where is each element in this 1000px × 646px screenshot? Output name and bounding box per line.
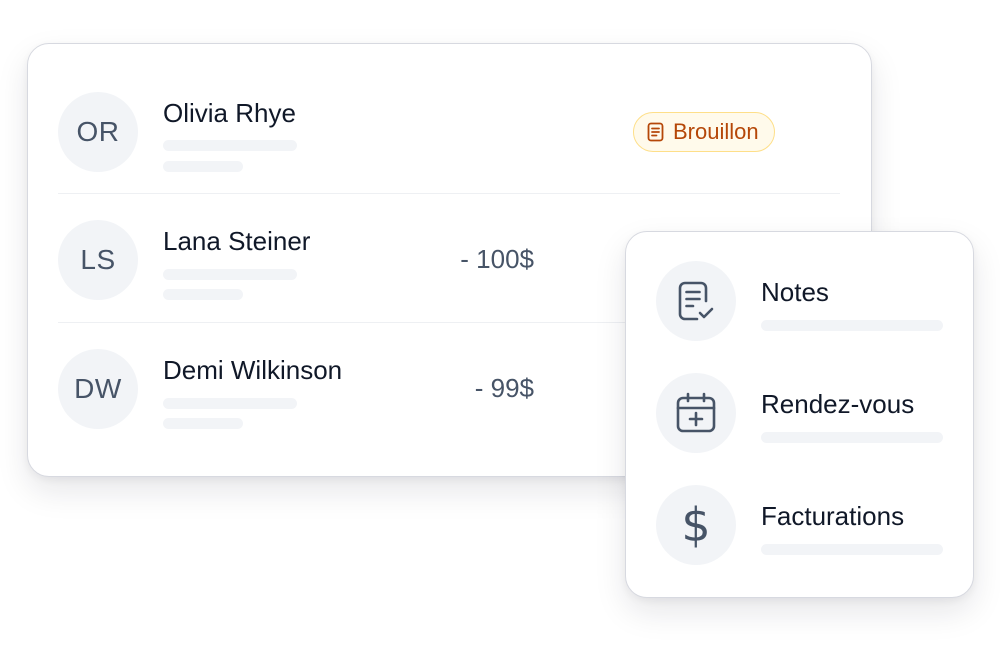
menu-item-notes[interactable]: Notes — [656, 261, 946, 343]
menu-item-label: Notes — [761, 277, 829, 307]
client-name: Lana Steiner — [163, 226, 311, 256]
client-name: Demi Wilkinson — [163, 355, 343, 385]
placeholder-line — [163, 269, 297, 280]
avatar: DW — [58, 349, 138, 429]
avatar: OR — [58, 92, 138, 172]
menu-item-rendez-vous[interactable]: Rendez-vous — [656, 373, 946, 455]
client-amount: - 99$ — [474, 373, 534, 403]
placeholder-line — [761, 544, 943, 555]
avatar: LS — [58, 220, 138, 300]
placeholder-line — [761, 432, 943, 443]
notes-check-icon — [656, 261, 736, 341]
document-icon — [647, 122, 664, 142]
placeholder-line — [163, 161, 243, 172]
client-name: Olivia Rhye — [163, 98, 296, 128]
actions-menu: Notes Rendez-vous $ Facturations — [625, 231, 974, 598]
menu-item-label: Rendez-vous — [761, 389, 915, 419]
placeholder-line — [163, 398, 297, 409]
client-amount: - 100$ — [460, 244, 534, 274]
dollar-glyph: $ — [681, 498, 711, 552]
dollar-icon: $ — [656, 485, 736, 565]
status-badge: Brouillon — [633, 112, 775, 152]
menu-item-label: Facturations — [761, 501, 905, 531]
client-row-olivia-rhye[interactable]: OR Olivia Rhye Brouillon — [58, 64, 840, 192]
calendar-plus-icon — [656, 373, 736, 453]
placeholder-line — [163, 418, 243, 429]
placeholder-line — [163, 289, 243, 300]
placeholder-line — [761, 320, 943, 331]
status-badge-label: Brouillon — [673, 119, 759, 144]
placeholder-line — [163, 140, 297, 151]
menu-item-facturations[interactable]: $ Facturations — [656, 485, 946, 567]
